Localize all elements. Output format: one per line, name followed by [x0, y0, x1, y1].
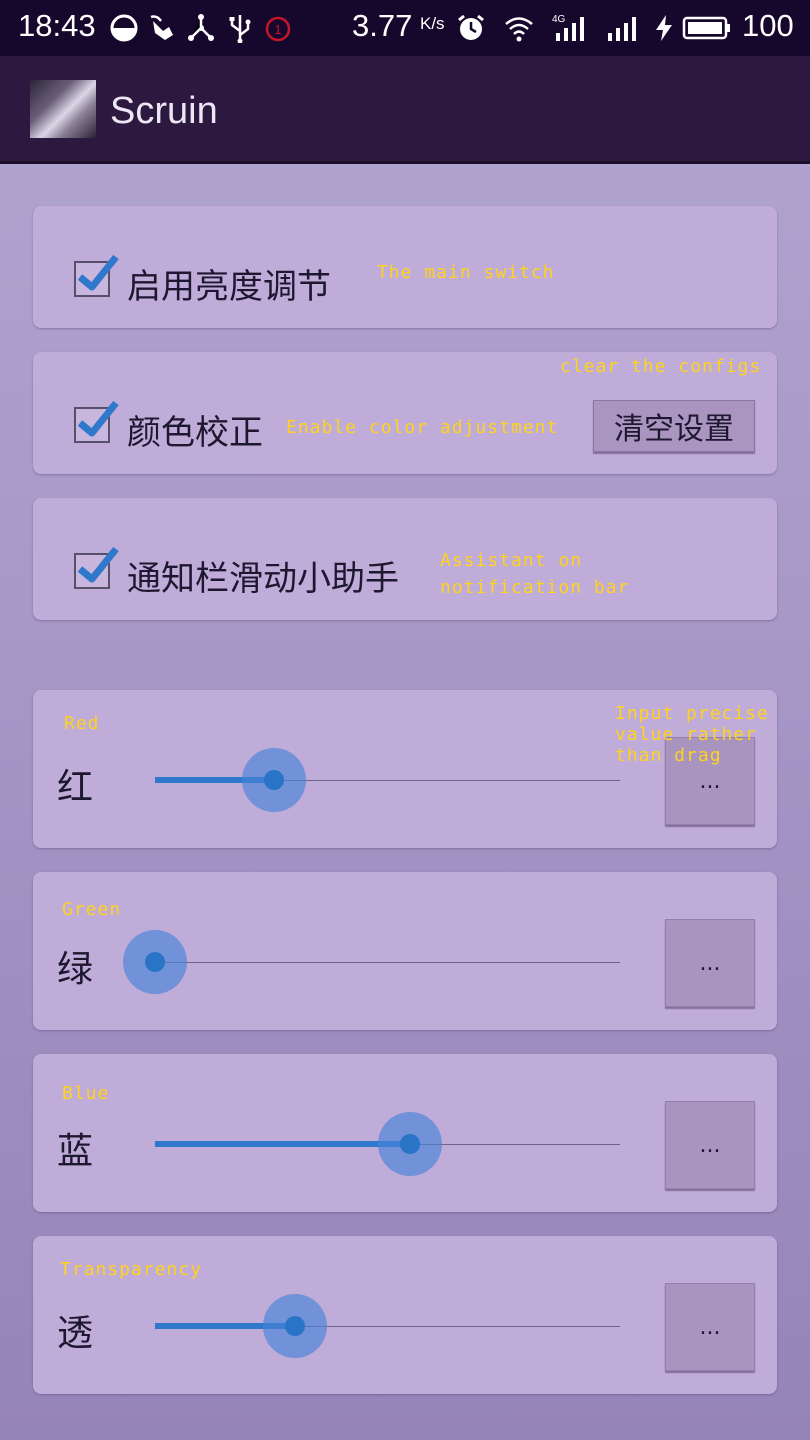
transparency-label: 透 [57, 1313, 94, 1354]
app-title: Scruin [110, 90, 218, 132]
input-annotation-line1: Input precise [615, 703, 769, 724]
red-label: 红 [57, 767, 94, 808]
notification-assistant-card: 通知栏滑动小助手 Assistant on notification bar [33, 498, 777, 620]
green-annotation: Green [62, 899, 122, 920]
blue-slider-card: Blue 蓝 ... [33, 1054, 777, 1212]
transparency-annotation: Transparency [60, 1259, 203, 1280]
color-correction-annotation: Enable color adjustment [286, 417, 559, 438]
status-bar: 18:43 1 3.77 K/s 4G 100 [0, 0, 810, 56]
app-bar: Scruin [0, 56, 810, 164]
blue-input-button[interactable]: ... [665, 1101, 755, 1189]
transparency-slider[interactable] [155, 1294, 620, 1358]
clear-configs-annotation: clear the configs [560, 356, 762, 377]
brightness-switch-label[interactable]: 启用亮度调节 [127, 259, 331, 308]
svg-text:1: 1 [274, 22, 281, 37]
notification-assistant-checkbox[interactable] [74, 546, 119, 589]
blue-annotation: Blue [62, 1083, 110, 1104]
notification-assistant-label[interactable]: 通知栏滑动小助手 [127, 551, 399, 600]
red-annotation: Red [64, 713, 100, 734]
blue-label: 蓝 [57, 1131, 94, 1172]
clear-settings-button[interactable]: 清空设置 [593, 400, 755, 452]
color-correction-checkbox[interactable] [74, 400, 119, 443]
color-correction-card: clear the configs 颜色校正 Enable color adju… [33, 352, 777, 474]
pointer-hand-icon [146, 12, 178, 44]
brightness-checkbox[interactable] [74, 254, 119, 297]
battery-percent: 100 [742, 8, 794, 43]
network-speed-unit: K/s [420, 14, 445, 33]
half-circle-icon [108, 12, 140, 44]
brightness-switch-card: 启用亮度调节 The main switch [33, 206, 777, 328]
transparency-input-button[interactable]: ... [665, 1283, 755, 1371]
brightness-annotation: The main switch [377, 262, 555, 283]
blue-slider[interactable] [155, 1112, 620, 1176]
battery-icon [682, 12, 732, 44]
checkmark-icon [77, 400, 119, 437]
input-annotation-line2: value rather [615, 724, 758, 745]
green-slider[interactable] [123, 930, 620, 994]
svg-text:4G: 4G [552, 14, 566, 25]
red-slider-card: Red 红 ... Input precise value rather tha… [33, 690, 777, 848]
status-time: 18:43 [18, 8, 96, 43]
green-slider-card: Green 绿 ... [33, 872, 777, 1030]
red-slider-thumb[interactable] [264, 770, 284, 790]
wifi-icon [503, 12, 535, 44]
green-slider-thumb[interactable] [145, 952, 165, 972]
notification-assistant-annotation-line1: Assistant on [440, 550, 583, 571]
signal-icon [604, 12, 644, 44]
alarm-clock-icon [455, 12, 487, 44]
blue-slider-fill [155, 1141, 410, 1147]
checkmark-icon [77, 254, 119, 291]
blue-slider-thumb[interactable] [400, 1134, 420, 1154]
share-icon [185, 12, 217, 44]
green-input-button[interactable]: ... [665, 919, 755, 1007]
green-label: 绿 [57, 949, 94, 990]
network-speed-value: 3.77 [352, 8, 413, 43]
notification-assistant-annotation-line2: notification bar [440, 577, 630, 598]
signal-4g-icon: 4G [552, 12, 592, 44]
alarm-badge-icon: 1 [262, 12, 294, 44]
color-correction-label[interactable]: 颜色校正 [127, 405, 263, 454]
checkmark-icon [77, 546, 119, 583]
transparency-slider-card: Transparency 透 ... [33, 1236, 777, 1394]
charging-bolt-icon [648, 12, 680, 44]
transparency-slider-thumb[interactable] [285, 1316, 305, 1336]
red-slider[interactable] [155, 748, 620, 812]
app-logo [30, 80, 96, 138]
usb-icon [224, 12, 256, 44]
input-annotation-line3: than drag [615, 745, 722, 766]
